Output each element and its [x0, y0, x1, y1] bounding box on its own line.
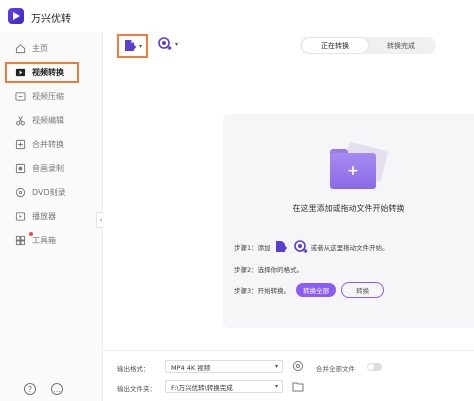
tab-converting[interactable]: 正在转换 — [302, 38, 368, 53]
sidebar-item-label: 工具箱 — [32, 236, 56, 245]
sidebar-item-player[interactable]: 播放器 — [5, 206, 79, 227]
file-drop-zone[interactable]: + 在这里添加或拖动文件开始转换 步骤1：添加 或者从这里拖动文件开始。 步骤2… — [223, 114, 474, 328]
folder-add-icon[interactable]: + — [328, 141, 398, 194]
video-convert-icon — [14, 67, 26, 79]
sidebar-item-edit[interactable]: 视频编辑 — [5, 110, 79, 131]
sidebar-item-label: 视频转换 — [32, 68, 64, 77]
output-format-label: 输出格式： — [117, 365, 150, 373]
screen-record-button[interactable]: ▾ — [158, 37, 178, 51]
feedback-icon[interactable]: … — [51, 383, 63, 395]
sidebar-item-label: 视频压缩 — [32, 92, 64, 101]
convert-button[interactable]: 转换 — [341, 282, 385, 298]
sidebar-item-label: 播放器 — [32, 212, 56, 221]
home-icon — [14, 43, 26, 55]
add-file-button[interactable]: ▾ — [117, 34, 148, 58]
sidebar-item-merge[interactable]: 合并转换 — [5, 134, 79, 155]
output-folder-select[interactable]: F:\万兴优转\转换完成 ▾ — [165, 380, 283, 393]
sidebar-item-compress[interactable]: 视频压缩 — [5, 86, 79, 107]
chevron-down-icon: ▾ — [175, 40, 179, 48]
sidebar-item-home[interactable]: 主页 — [5, 38, 79, 59]
drop-hint: 在这里添加或拖动文件开始转换 — [292, 204, 405, 213]
sidebar-item-label: 视频编辑 — [32, 116, 64, 125]
title-bar: 万兴优转 — [0, 0, 474, 32]
chevron-down-icon: ▾ — [274, 383, 278, 390]
chevron-down-icon: ▾ — [274, 363, 278, 370]
add-file-icon — [124, 40, 136, 51]
sidebar-item-label: 音画录制 — [32, 164, 64, 173]
step-2: 步骤2：选择你的格式。 — [234, 266, 304, 274]
help-icon[interactable]: ? — [24, 383, 36, 395]
status-tabs: 正在转换 转换完成 — [300, 37, 436, 54]
sidebar-item-dvd[interactable]: DVD刻录 — [5, 182, 79, 203]
sidebar-item-label: 主页 — [32, 44, 48, 53]
output-format-select[interactable]: MP4 4K 视频 ▾ — [165, 360, 283, 373]
sidebar-item-toolbox[interactable]: 工具箱 — [5, 230, 79, 251]
app-logo-icon — [8, 8, 24, 24]
output-settings: 输出格式： MP4 4K 视频 ▾ 合并全部文件 输出文件夹： F:\万兴优转\… — [103, 350, 474, 401]
output-folder-label: 输出文件夹： — [117, 385, 156, 393]
toolbox-icon — [14, 235, 26, 247]
disc-icon — [14, 187, 26, 199]
tab-completed[interactable]: 转换完成 — [368, 38, 434, 53]
scissors-icon — [14, 115, 26, 127]
notification-dot — [29, 232, 33, 236]
folder-icon[interactable] — [292, 381, 304, 392]
sidebar-item-label: 合并转换 — [32, 140, 64, 149]
app-title: 万兴优转 — [31, 14, 71, 25]
record-icon — [14, 163, 26, 175]
merge-all-toggle[interactable] — [367, 363, 382, 371]
sidebar-item-label: DVD刻录 — [32, 188, 66, 197]
add-file-icon[interactable] — [274, 240, 288, 254]
merge-all-label: 合并全部文件 — [316, 365, 355, 373]
screen-record-icon[interactable] — [293, 240, 308, 254]
player-icon — [14, 211, 26, 223]
compress-icon — [14, 91, 26, 103]
settings-gear-icon[interactable] — [292, 360, 304, 372]
chevron-down-icon: ▾ — [138, 42, 142, 50]
convert-all-button[interactable]: 转换全部 — [296, 283, 337, 297]
main-panel: ▾ ▾ 正在转换 转换完成 + 在这里添加或拖动文件开始转换 步骤1：添加 或者… — [103, 32, 474, 401]
step-3: 步骤3：开始转换。 转换全部 转换 — [234, 282, 385, 298]
screen-record-icon — [158, 37, 172, 50]
sidebar-footer: ? … — [24, 383, 63, 395]
sidebar-item-video-convert[interactable]: 视频转换 — [5, 62, 79, 83]
merge-icon — [14, 139, 26, 151]
sidebar: 主页 视频转换 视频压缩 视频编辑 合并转换 音画录制 DVD刻录 播放器 工具… — [0, 32, 103, 401]
step-1: 步骤1：添加 或者从这里拖动文件开始。 — [234, 240, 389, 254]
sidebar-item-record[interactable]: 音画录制 — [5, 158, 79, 179]
toolbar: ▾ ▾ 正在转换 转换完成 — [103, 32, 474, 60]
plus-icon: + — [330, 153, 376, 189]
